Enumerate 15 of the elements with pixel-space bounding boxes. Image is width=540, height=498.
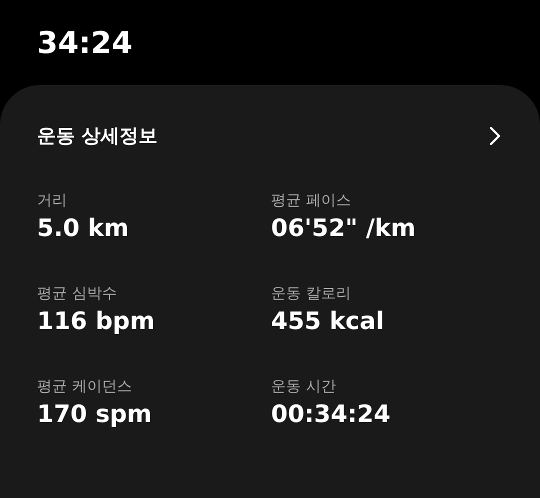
workout-time: 34:24 xyxy=(37,26,132,61)
stat-value: 06'52" /km xyxy=(271,214,417,242)
stat-value: 116 bpm xyxy=(37,307,156,335)
stat-label: 평균 페이스 xyxy=(271,191,352,210)
stat-value: 00:34:24 xyxy=(271,400,392,428)
stat-value: 455 kcal xyxy=(271,307,386,335)
stat-label: 운동 칼로리 xyxy=(271,284,352,303)
stat-label: 운동 시간 xyxy=(271,377,337,396)
chevron-right-icon[interactable] xyxy=(488,126,502,146)
stat-value: 5.0 km xyxy=(37,214,130,242)
stat-label: 평균 케이던스 xyxy=(37,377,133,396)
card-title: 운동 상세정보 xyxy=(37,124,158,149)
stat-label: 거리 xyxy=(37,191,68,210)
stat-label: 평균 심박수 xyxy=(37,284,118,303)
stat-value: 170 spm xyxy=(37,400,153,428)
